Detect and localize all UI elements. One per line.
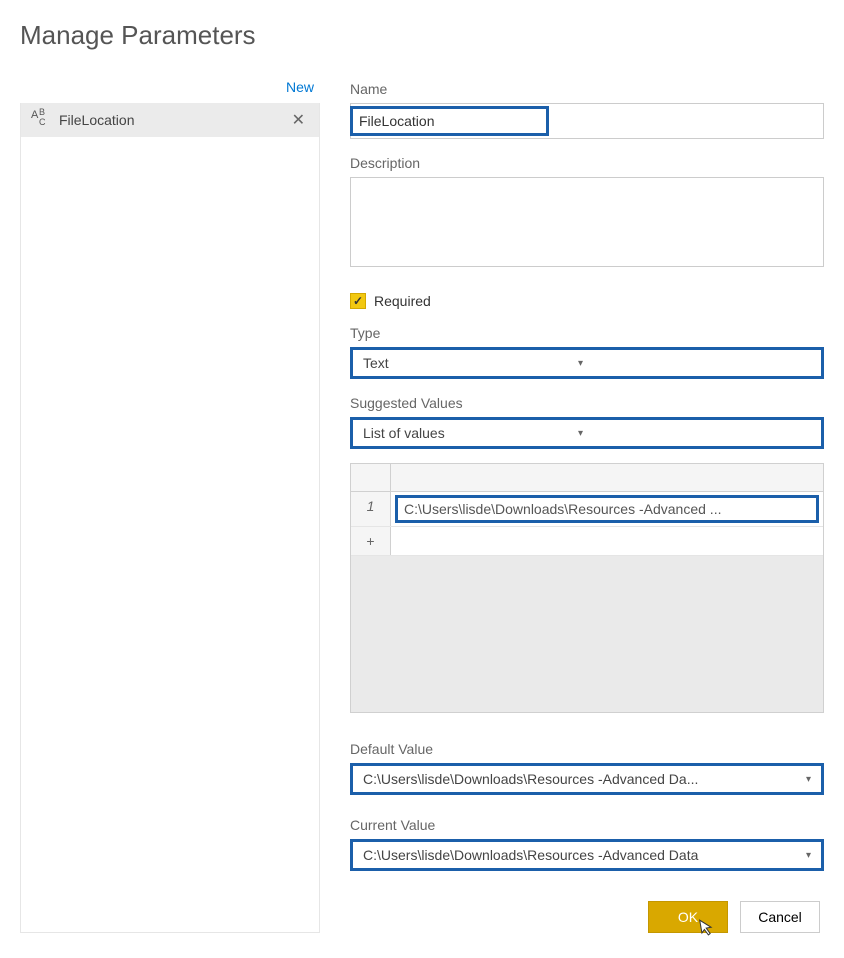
type-select-value: Text xyxy=(363,355,389,371)
dialog-title: Manage Parameters xyxy=(20,20,824,51)
chevron-down-icon: ▾ xyxy=(806,850,811,861)
default-value-label: Default Value xyxy=(350,741,824,757)
add-row[interactable]: + xyxy=(351,527,823,556)
required-label: Required xyxy=(374,293,431,309)
name-input-row xyxy=(350,103,824,139)
ok-button-label: OK xyxy=(678,909,698,925)
parameter-item-filelocation[interactable]: BC FileLocation ✕ xyxy=(21,103,319,137)
row-value[interactable]: C:\Users\lisde\Downloads\Resources -Adva… xyxy=(395,495,819,523)
cursor-icon xyxy=(698,917,717,938)
default-value-select-value: C:\Users\lisde\Downloads\Resources -Adva… xyxy=(363,771,698,787)
suggested-values-select[interactable]: List of values ▾ xyxy=(353,420,593,446)
cancel-button[interactable]: Cancel xyxy=(740,901,820,933)
current-value-label: Current Value xyxy=(350,817,824,833)
description-input[interactable] xyxy=(350,177,824,267)
delete-parameter-icon[interactable]: ✕ xyxy=(288,110,309,130)
type-label: Type xyxy=(350,325,824,341)
suggested-values-select-value: List of values xyxy=(363,425,445,441)
ok-button[interactable]: OK xyxy=(648,901,728,933)
new-parameter-link[interactable]: New xyxy=(20,79,320,95)
required-row: Required xyxy=(350,293,824,309)
grid-header xyxy=(351,464,823,492)
current-value-select-value: C:\Users\lisde\Downloads\Resources -Adva… xyxy=(363,847,698,863)
text-type-icon: BC xyxy=(31,112,49,128)
current-value-select[interactable]: C:\Users\lisde\Downloads\Resources -Adva… xyxy=(353,842,821,868)
chevron-down-icon: ▾ xyxy=(578,358,583,369)
chevron-down-icon: ▾ xyxy=(578,428,583,439)
suggested-values-label: Suggested Values xyxy=(350,395,824,411)
name-input-rest[interactable] xyxy=(549,107,821,135)
parameter-list: BC FileLocation ✕ xyxy=(20,103,320,933)
chevron-down-icon: ▾ xyxy=(806,774,811,785)
parameter-item-label: FileLocation xyxy=(59,112,278,128)
parameter-form: Name Description Required Type Text ▾ Su… xyxy=(350,79,824,933)
default-value-select[interactable]: C:\Users\lisde\Downloads\Resources -Adva… xyxy=(353,766,821,792)
add-row-icon: + xyxy=(351,527,391,555)
values-grid: 1 C:\Users\lisde\Downloads\Resources -Ad… xyxy=(350,463,824,713)
required-checkbox[interactable] xyxy=(350,293,366,309)
name-label: Name xyxy=(350,81,824,97)
table-row[interactable]: 1 C:\Users\lisde\Downloads\Resources -Ad… xyxy=(351,492,823,527)
row-number: 1 xyxy=(351,492,391,526)
button-row: OK Cancel xyxy=(350,901,824,933)
name-input[interactable] xyxy=(353,109,546,133)
type-select[interactable]: Text ▾ xyxy=(353,350,593,376)
description-label: Description xyxy=(350,155,824,171)
parameter-list-panel: New BC FileLocation ✕ xyxy=(20,79,320,933)
